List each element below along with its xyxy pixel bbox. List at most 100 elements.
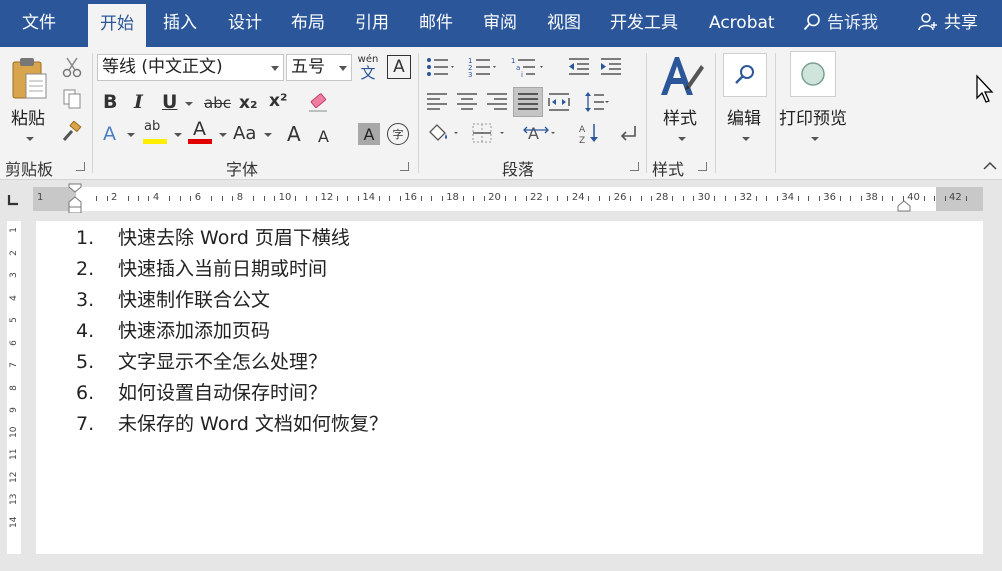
ruler-label: 36 bbox=[823, 192, 837, 203]
font-size-value: 五号 bbox=[291, 57, 325, 77]
ruler-tick bbox=[609, 196, 611, 201]
list-text: 文字显示不全怎么处理？ bbox=[118, 351, 328, 373]
align-right-button[interactable] bbox=[484, 89, 510, 115]
clipboard-group-label: 剪贴板 bbox=[5, 160, 54, 179]
distributed-button[interactable] bbox=[546, 89, 572, 115]
asian-layout-button[interactable]: A bbox=[520, 120, 562, 146]
ruler-tick bbox=[672, 196, 674, 201]
document-page[interactable]: 1. 快速去除 Word 页眉下横线 2. 快速插入当前日期或时间 3. 快速制作联合… bbox=[36, 221, 983, 554]
ruler-tick bbox=[556, 196, 558, 201]
horizontal-ruler[interactable]: 1 2 4 6 8 10 12 14 16 18 20 22 24 26 28 30 32 34 36 38 40 42 bbox=[33, 183, 983, 213]
list-item[interactable]: 4. 快速添加添加页码 bbox=[76, 316, 388, 347]
character-shading-button[interactable]: A bbox=[358, 123, 380, 145]
font-color-dropdown[interactable] bbox=[219, 133, 227, 137]
tab-review[interactable]: 审阅 bbox=[471, 0, 529, 47]
italic-button[interactable]: I bbox=[134, 90, 143, 114]
text-effects-button[interactable]: A bbox=[103, 122, 116, 146]
font-name-combo[interactable]: 等线 (中文正文) bbox=[97, 54, 284, 81]
align-left-button[interactable] bbox=[424, 89, 450, 115]
right-indent-marker[interactable] bbox=[897, 200, 911, 212]
ruler-tick bbox=[504, 196, 506, 201]
shading-button[interactable] bbox=[424, 120, 464, 146]
list-item[interactable]: 1. 快速去除 Word 页眉下横线 bbox=[76, 223, 388, 254]
vertical-ruler[interactable]: 1 2 3 4 5 6 7 8 9 10 11 12 13 14 bbox=[7, 221, 21, 554]
paste-button[interactable] bbox=[8, 55, 52, 103]
tab-design[interactable]: 设计 bbox=[216, 0, 274, 47]
change-case-dropdown[interactable] bbox=[264, 133, 272, 137]
cut-button[interactable] bbox=[60, 55, 84, 79]
styles-launcher[interactable] bbox=[698, 162, 707, 171]
bold-button[interactable]: B bbox=[103, 90, 117, 114]
list-item[interactable]: 3. 快速制作联合公文 bbox=[76, 285, 388, 316]
numbering-button[interactable]: 123 bbox=[466, 55, 500, 79]
font-color-button[interactable]: A bbox=[188, 118, 214, 145]
shrink-font-button[interactable]: A bbox=[318, 125, 329, 149]
ruler-label: 14 bbox=[362, 192, 376, 203]
ruler-tick bbox=[850, 196, 852, 201]
character-border-button[interactable]: A bbox=[387, 55, 411, 79]
show-formatting-marks-button[interactable] bbox=[615, 120, 641, 146]
paste-dropdown[interactable] bbox=[26, 137, 34, 141]
list-item[interactable]: 7. 未保存的 Word 文档如何恢复？ bbox=[76, 409, 388, 440]
indent-icon bbox=[601, 58, 621, 75]
change-case-button[interactable]: Aa bbox=[233, 122, 256, 146]
list-item[interactable]: 2. 快速插入当前日期或时间 bbox=[76, 254, 388, 285]
decrease-indent-button[interactable] bbox=[566, 55, 592, 79]
borders-button[interactable] bbox=[469, 120, 511, 146]
clear-formatting-button[interactable] bbox=[306, 91, 330, 115]
tab-home[interactable]: 开始 bbox=[88, 4, 146, 47]
underline-dropdown[interactable] bbox=[185, 102, 193, 106]
share-button[interactable]: 共享 bbox=[918, 0, 978, 47]
clipboard-launcher[interactable] bbox=[76, 162, 85, 171]
text-effects-dropdown[interactable] bbox=[127, 133, 135, 137]
tab-references[interactable]: 引用 bbox=[343, 0, 401, 47]
tab-developer[interactable]: 开发工具 bbox=[598, 0, 690, 47]
list-item[interactable]: 5. 文字显示不全怎么处理？ bbox=[76, 347, 388, 378]
copy-button[interactable] bbox=[60, 87, 84, 111]
vertical-ruler-label: 12 bbox=[9, 471, 19, 483]
tab-mailings[interactable]: 邮件 bbox=[407, 0, 465, 47]
phonetic-guide-button[interactable]: wén 文 bbox=[356, 53, 380, 83]
print-preview-dropdown[interactable] bbox=[811, 137, 819, 141]
highlight-button[interactable]: ab bbox=[143, 119, 169, 145]
ruler-tick bbox=[347, 196, 349, 201]
strikethrough-button[interactable]: abc bbox=[204, 91, 231, 115]
bullets-button[interactable] bbox=[424, 55, 458, 79]
multilevel-list-button[interactable]: 1ai bbox=[509, 55, 549, 79]
first-line-indent-marker[interactable] bbox=[68, 183, 82, 213]
styles-dropdown[interactable] bbox=[678, 137, 686, 141]
sort-button[interactable]: AZ bbox=[576, 120, 602, 146]
tab-view[interactable]: 视图 bbox=[535, 0, 593, 47]
format-painter-button[interactable] bbox=[60, 120, 84, 144]
svg-text:1: 1 bbox=[511, 57, 515, 65]
distribute-icon bbox=[548, 93, 570, 111]
justify-button[interactable] bbox=[513, 87, 543, 117]
list-item[interactable]: 6. 如何设置自动保存时间？ bbox=[76, 378, 388, 409]
editing-dropdown[interactable] bbox=[742, 137, 750, 141]
tab-insert[interactable]: 插入 bbox=[151, 0, 209, 47]
tab-layout[interactable]: 布局 bbox=[279, 0, 337, 47]
tab-file[interactable]: 文件 bbox=[10, 0, 68, 47]
tell-me-search[interactable]: 告诉我 bbox=[803, 0, 878, 47]
tab-acrobat[interactable]: Acrobat bbox=[697, 0, 787, 47]
align-center-button[interactable] bbox=[454, 89, 480, 115]
paragraph-launcher[interactable] bbox=[630, 162, 639, 171]
font-size-combo[interactable]: 五号 bbox=[286, 54, 352, 81]
increase-indent-button[interactable] bbox=[598, 55, 624, 79]
tab-stop-selector-icon[interactable] bbox=[6, 193, 20, 207]
styles-button[interactable] bbox=[656, 52, 706, 102]
underline-button[interactable]: U bbox=[162, 90, 177, 114]
collapse-ribbon-button[interactable] bbox=[982, 159, 998, 173]
enclose-characters-button[interactable]: 字 bbox=[387, 123, 409, 145]
editing-button[interactable] bbox=[723, 53, 767, 97]
ruler-tick bbox=[714, 196, 716, 201]
word-window: 文件 开始 插入 设计 布局 引用 邮件 审阅 视图 开发工具 Acrobat … bbox=[0, 0, 1002, 571]
highlight-dropdown[interactable] bbox=[174, 133, 182, 137]
superscript-button[interactable]: x² bbox=[269, 89, 287, 113]
line-spacing-button[interactable] bbox=[582, 89, 612, 115]
subscript-button[interactable]: x₂ bbox=[239, 91, 257, 115]
print-preview-button[interactable] bbox=[790, 51, 836, 97]
svg-text:A: A bbox=[528, 124, 539, 143]
font-launcher[interactable] bbox=[400, 162, 409, 171]
grow-font-button[interactable]: A bbox=[287, 122, 301, 146]
